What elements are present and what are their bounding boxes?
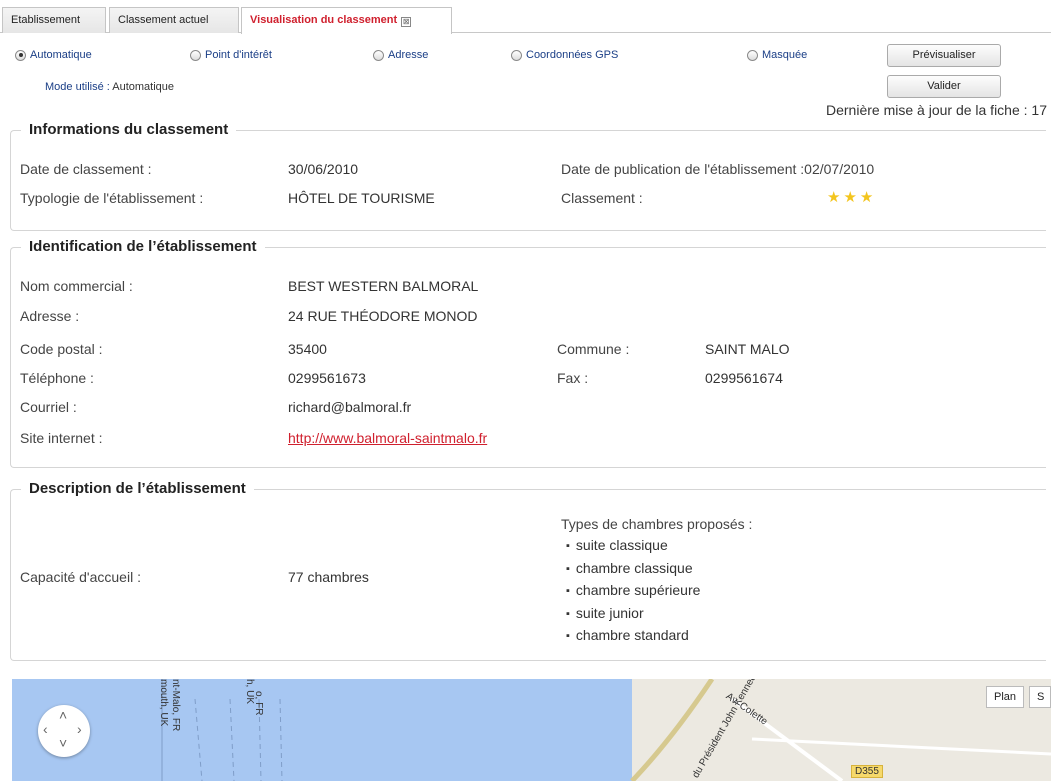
capacity-value: 77 chambres (288, 569, 369, 585)
capacity-label: Capacité d'accueil : (20, 569, 141, 585)
section-title: Informations du classement (21, 121, 237, 138)
chevron-down-icon[interactable]: ˅ (59, 735, 67, 751)
radio-coordonnees-gps[interactable]: Coordonnées GPS (511, 49, 618, 61)
list-item: suite junior (566, 603, 700, 626)
radio-icon (511, 49, 522, 61)
radio-masquee[interactable]: Masquée (747, 49, 807, 61)
description-section: Description de l’établissement Capacité … (10, 480, 1046, 661)
map-pan-control[interactable]: ˄ ‹ › ˅ (38, 705, 90, 757)
name-label: Nom commercial : (20, 278, 133, 294)
map-label: nt-Malo, FR (170, 679, 181, 732)
room-types-label: Types de chambres proposés : (561, 516, 753, 532)
email-label: Courriel : (20, 399, 77, 415)
radio-icon (747, 49, 758, 61)
address-value: 24 RUE THÉODORE MONOD (288, 308, 478, 324)
list-item: chambre supérieure (566, 580, 701, 603)
radio-label: Coordonnées GPS (526, 49, 619, 61)
map-label: mouth, UK (158, 679, 169, 727)
radio-adresse[interactable]: Adresse (373, 49, 428, 61)
road-badge: D355 (851, 765, 883, 778)
chevron-right-icon[interactable]: › (77, 721, 82, 737)
map-view[interactable]: nt-Malo, FR mouth, UK h, UK o, FR du Pré… (12, 679, 1051, 781)
radio-label: Automatique (30, 49, 92, 61)
close-icon[interactable]: ⊠ (401, 17, 412, 27)
map-satellite-button[interactable]: S (1029, 686, 1051, 708)
mode-used: Mode utilisé : Automatique (45, 81, 174, 93)
star-rating: ★★★ (827, 189, 877, 206)
radio-point-interet[interactable]: Point d'intérêt (190, 49, 272, 61)
date-label: Date de classement : (20, 161, 152, 177)
publication-date: Date de publication de l'établissement :… (561, 161, 875, 177)
radio-automatique[interactable]: Automatique (15, 49, 92, 61)
chevron-left-icon[interactable]: ‹ (43, 721, 48, 737)
identification-section: Identification de l’établissement Nom co… (10, 238, 1046, 468)
mode-value: Automatique (112, 81, 175, 93)
tab-etablissement[interactable]: Etablissement (2, 7, 106, 33)
typology-value: HÔTEL DE TOURISME (288, 190, 435, 206)
email-value: richard@balmoral.fr (288, 399, 412, 415)
site-label: Site internet : (20, 430, 103, 446)
tab-classement-actuel[interactable]: Classement actuel (109, 7, 239, 33)
rank-label: Classement : (561, 190, 643, 206)
section-title: Identification de l’établissement (21, 238, 265, 255)
fax-label: Fax : (557, 370, 589, 386)
mode-label: Mode utilisé : (45, 81, 110, 93)
preview-button[interactable]: Prévisualiser (887, 44, 1001, 67)
date-value: 30/06/2010 (288, 161, 359, 177)
list-item: suite classique (566, 535, 700, 558)
phone-label: Téléphone : (20, 370, 94, 386)
radio-icon (373, 49, 384, 61)
classement-section: Informations du classement Date de class… (10, 121, 1046, 231)
section-title: Description de l’établissement (21, 480, 254, 497)
tab-bar: Etablissement Classement actuel Visualis… (0, 0, 1051, 34)
tab-label: Classement actuel (118, 14, 209, 26)
radio-label: Masquée (762, 49, 808, 61)
chevron-up-icon[interactable]: ˄ (59, 707, 67, 723)
fax-value: 0299561674 (705, 370, 783, 386)
phone-value: 0299561673 (288, 370, 366, 386)
postal-label: Code postal : (20, 341, 103, 357)
radio-label: Adresse (388, 49, 429, 61)
typology-label: Typologie de l'établissement : (20, 190, 204, 206)
radio-icon (190, 49, 201, 61)
radio-label: Point d'intérêt (205, 49, 272, 61)
address-label: Adresse : (20, 308, 80, 324)
postal-value: 35400 (288, 341, 327, 357)
last-update: Dernière mise à jour de la fiche : 17 (826, 102, 1047, 118)
tab-label: Etablissement (11, 14, 81, 26)
name-value: BEST WESTERN BALMORAL (288, 278, 479, 294)
list-item: chambre classique (566, 558, 700, 581)
room-types-list: suite classique chambre classique chambr… (566, 535, 701, 648)
commune-value: SAINT MALO (705, 341, 790, 357)
map-label: o, FR (253, 691, 264, 716)
tab-label: Visualisation du classement (250, 14, 398, 26)
map-plan-button[interactable]: Plan (986, 686, 1025, 708)
list-item: chambre standard (566, 625, 700, 648)
radio-selected-icon (15, 49, 26, 61)
commune-label: Commune : (557, 341, 630, 357)
validate-button[interactable]: Valider (887, 75, 1001, 98)
website-link[interactable]: http://www.balmoral-saintmalo.fr (288, 430, 487, 446)
tab-visualisation[interactable]: Visualisation du classement ⊠ (241, 7, 452, 34)
